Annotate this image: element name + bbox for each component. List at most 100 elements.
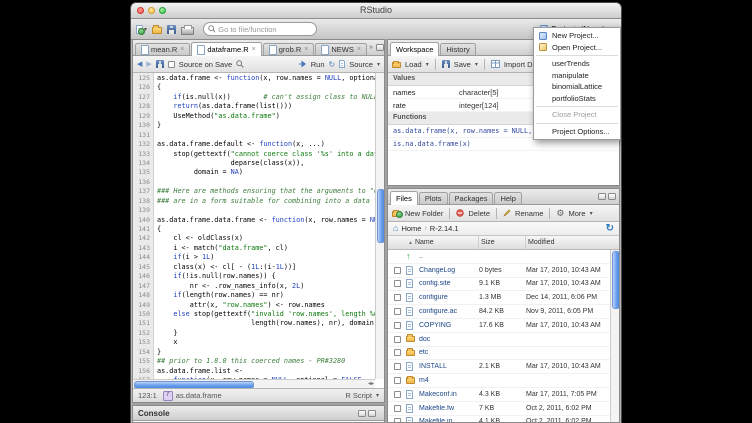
minimize-window-button[interactable] <box>148 7 155 14</box>
file-checkbox[interactable] <box>394 294 401 301</box>
titlebar[interactable]: RStudio <box>131 3 621 19</box>
file-name[interactable]: doc <box>419 336 479 343</box>
tab-files[interactable]: Files <box>390 191 418 205</box>
menu-item-open-project[interactable]: Open Project... <box>534 42 620 54</box>
tab-news[interactable]: NEWS× <box>315 43 367 55</box>
back-icon[interactable]: ◀ <box>137 60 142 68</box>
close-tab-icon[interactable]: × <box>252 46 256 53</box>
file-name[interactable]: INSTALL <box>419 363 479 370</box>
file-row[interactable]: ChangeLog0 bytesMar 17, 2010, 10:43 AM <box>388 264 610 278</box>
menu-item-binomiallattice[interactable]: binomialLattice <box>534 81 620 93</box>
maximize-pane-button[interactable] <box>608 193 616 200</box>
load-button[interactable]: Load <box>405 60 422 69</box>
rerun-icon[interactable]: ↻ <box>329 60 336 69</box>
tab-grob-r[interactable]: grob.R× <box>263 43 315 55</box>
scrollbar-arrows-icon[interactable]: ◂▸ <box>368 380 374 388</box>
menu-item-project-options[interactable]: Project Options... <box>534 126 620 138</box>
close-tab-icon[interactable]: × <box>304 46 308 53</box>
code-editor[interactable]: 1251261271281291301311321331341351361371… <box>133 73 384 388</box>
tab-help[interactable]: Help <box>494 192 521 204</box>
file-row[interactable]: Makefile.in4.1 KBOct 2, 2011, 6:02 PM <box>388 416 610 422</box>
tab-packages[interactable]: Packages <box>449 192 494 204</box>
file-row[interactable]: doc <box>388 333 610 347</box>
menu-item-new-project[interactable]: New Project... <box>534 30 620 42</box>
file-row[interactable]: m4 <box>388 374 610 388</box>
tab-history[interactable]: History <box>440 43 475 55</box>
find-icon[interactable] <box>236 60 244 68</box>
tab-mean-r[interactable]: mean.R× <box>135 43 190 55</box>
goto-file-search[interactable] <box>203 22 317 36</box>
file-checkbox[interactable] <box>394 377 401 384</box>
file-checkbox[interactable] <box>394 322 401 329</box>
zoom-window-button[interactable] <box>159 7 166 14</box>
editor-vertical-scrollbar[interactable] <box>375 73 384 379</box>
file-row[interactable]: configure1.3 MBDec 14, 2011, 6:06 PM <box>388 291 610 305</box>
save-button[interactable] <box>167 25 176 34</box>
source-on-save-checkbox[interactable] <box>168 61 175 68</box>
editor-horizontal-scrollbar[interactable]: ◂▸ <box>133 379 375 388</box>
save-button[interactable]: Save <box>454 60 471 69</box>
document-type-selector[interactable]: R Script ▾ <box>345 391 379 400</box>
function-scope-selector[interactable]: f as.data.frame <box>163 391 222 401</box>
save-icon[interactable] <box>156 60 164 68</box>
file-checkbox[interactable] <box>394 405 401 412</box>
file-row[interactable]: Makeconf.in4.3 KBMar 17, 2011, 7:05 PM <box>388 388 610 402</box>
scrollbar-thumb[interactable] <box>612 251 619 309</box>
size-column-header[interactable]: Size <box>479 236 526 249</box>
minimize-pane-button[interactable] <box>358 410 366 417</box>
files-vertical-scrollbar[interactable] <box>610 250 619 422</box>
file-row[interactable]: COPYING17.6 KBMar 17, 2010, 10:43 AM <box>388 319 610 333</box>
file-name[interactable]: config.site <box>419 280 479 287</box>
file-name[interactable]: etc <box>419 349 479 356</box>
file-name[interactable]: Makefile.in <box>419 418 479 422</box>
breadcrumb-folder[interactable]: R-2.14.1 <box>430 224 459 233</box>
menu-item-usertrends[interactable]: userTrends <box>534 58 620 70</box>
scrollbar-thumb[interactable] <box>377 189 384 243</box>
tab-workspace[interactable]: Workspace <box>390 42 439 56</box>
file-checkbox[interactable] <box>394 363 401 370</box>
more-button[interactable]: More <box>568 209 585 218</box>
scrollbar-thumb[interactable] <box>134 381 254 388</box>
name-column-header[interactable]: ▲ Name <box>406 236 479 249</box>
file-name[interactable]: m4 <box>419 377 479 384</box>
close-window-button[interactable] <box>137 7 144 14</box>
file-checkbox[interactable] <box>394 349 401 356</box>
file-checkbox[interactable] <box>394 336 401 343</box>
file-checkbox[interactable] <box>394 418 401 422</box>
file-row[interactable]: ↑.. <box>388 250 610 264</box>
code-text[interactable]: as.data.frame <- function(x, row.names =… <box>157 73 375 379</box>
minimize-pane-button[interactable] <box>376 44 384 51</box>
print-button[interactable] <box>181 23 194 35</box>
file-checkbox[interactable] <box>394 280 401 287</box>
console-header[interactable]: Console <box>133 406 384 421</box>
file-row[interactable]: Makefile.fw7 KBOct 2, 2011, 6:02 PM <box>388 402 610 416</box>
refresh-icon[interactable]: ↻ <box>606 224 614 234</box>
file-name[interactable]: ChangeLog <box>419 267 479 274</box>
search-input[interactable] <box>218 25 312 34</box>
file-checkbox[interactable] <box>394 267 401 274</box>
minimize-pane-button[interactable] <box>598 193 606 200</box>
file-name[interactable]: Makeconf.in <box>419 391 479 398</box>
file-row[interactable]: config.site9.1 KBMar 17, 2010, 10:43 AM <box>388 278 610 292</box>
menu-item-manipulate[interactable]: manipulate <box>534 70 620 82</box>
file-row[interactable]: etc <box>388 347 610 361</box>
close-tab-icon[interactable]: × <box>180 46 184 53</box>
file-name[interactable]: .. <box>419 253 479 260</box>
new-file-button[interactable]: ▾ <box>136 25 147 34</box>
maximize-pane-button[interactable] <box>368 410 376 417</box>
open-file-button[interactable] <box>152 25 162 34</box>
file-name[interactable]: COPYING <box>419 322 479 329</box>
new-folder-button[interactable]: New Folder <box>405 209 443 218</box>
file-name[interactable]: configure.ac <box>419 308 479 315</box>
forward-icon[interactable]: ▶ <box>146 60 151 68</box>
file-name[interactable]: configure <box>419 294 479 301</box>
tab-plots[interactable]: Plots <box>419 192 448 204</box>
delete-button[interactable]: Delete <box>468 209 490 218</box>
file-name[interactable]: Makefile.fw <box>419 405 479 412</box>
tab-dataframe-r[interactable]: dataframe.R× <box>191 42 261 56</box>
file-row[interactable]: INSTALL2.1 KBMar 17, 2010, 10:43 AM <box>388 360 610 374</box>
rename-button[interactable]: Rename <box>515 209 543 218</box>
file-checkbox[interactable] <box>394 391 401 398</box>
run-button[interactable]: Run <box>311 60 325 69</box>
menu-item-portfoliostats[interactable]: portfolioStats <box>534 93 620 105</box>
